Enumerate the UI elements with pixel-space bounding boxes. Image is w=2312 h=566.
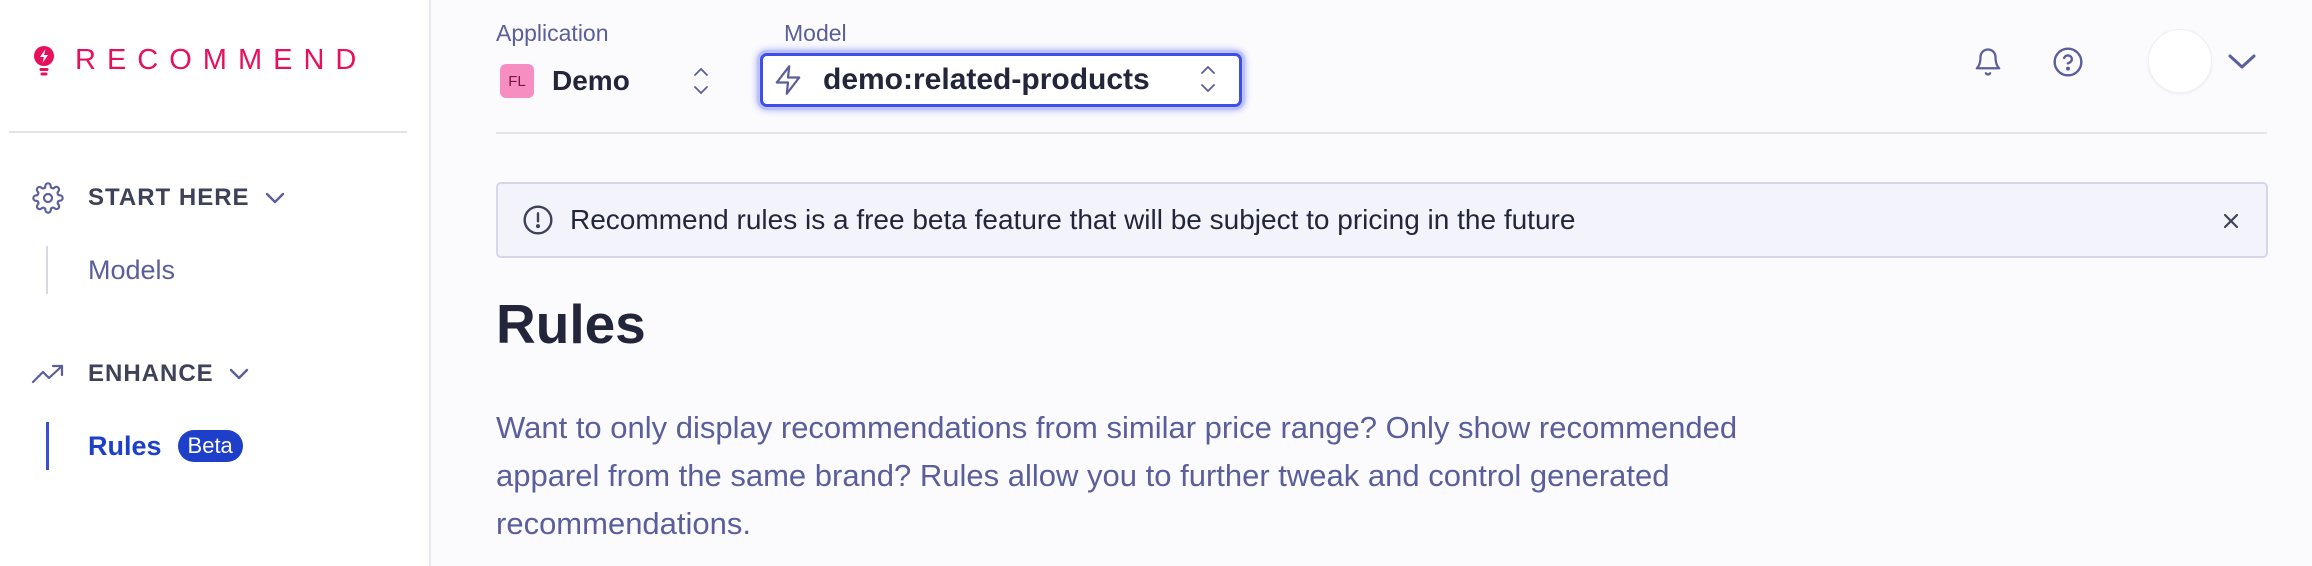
page-title: Rules: [496, 293, 646, 355]
bolt-icon: [773, 63, 803, 97]
beta-badge: Beta: [177, 430, 243, 462]
logo[interactable]: RECOMMEND: [33, 44, 367, 77]
section-enhance[interactable]: ENHANCE: [30, 354, 250, 394]
sidebar-item-rules[interactable]: Rules Beta: [46, 422, 243, 470]
sidebar-divider: [9, 131, 407, 133]
user-avatar[interactable]: [2148, 29, 2212, 93]
info-icon: [522, 204, 554, 236]
header-divider: [496, 132, 2267, 134]
sidebar-item-models[interactable]: Models: [46, 246, 175, 294]
lightbulb-logo-icon: [34, 45, 54, 75]
sidebar-item-label: Rules: [88, 430, 162, 461]
select-updown-icon: [692, 64, 710, 103]
model-value: demo:related-products: [823, 63, 1150, 96]
app-avatar: FL: [500, 64, 534, 98]
application-value: Demo: [552, 65, 630, 96]
banner-text: Recommend rules is a free beta feature t…: [570, 204, 1576, 235]
section-start-here[interactable]: START HERE: [30, 178, 286, 218]
chevron-down-icon[interactable]: [2224, 43, 2260, 79]
logo-text: RECOMMEND: [75, 44, 368, 76]
application-select[interactable]: FL Demo: [500, 58, 710, 104]
section-title-enhance: ENHANCE: [88, 360, 214, 387]
sidebar: RECOMMEND START HERE Models ENHANCE Rule…: [0, 0, 431, 566]
sidebar-item-label: Models: [88, 254, 176, 285]
beta-notice-banner: Recommend rules is a free beta feature t…: [496, 182, 2268, 258]
trending-up-icon: [30, 356, 66, 392]
model-select[interactable]: demo:related-products: [760, 53, 1242, 107]
bell-icon[interactable]: [1970, 44, 2006, 80]
gear-icon: [30, 180, 66, 216]
select-updown-icon: [1199, 62, 1217, 101]
chevron-down-icon: [228, 367, 250, 381]
application-label: Application: [496, 20, 609, 46]
page-description: Want to only display recommendations fro…: [496, 410, 1738, 541]
chevron-down-icon: [264, 191, 286, 205]
close-icon[interactable]: [2222, 212, 2240, 230]
help-icon[interactable]: [2050, 44, 2086, 80]
model-label: Model: [784, 20, 847, 46]
section-title-start-here: START HERE: [88, 184, 250, 211]
